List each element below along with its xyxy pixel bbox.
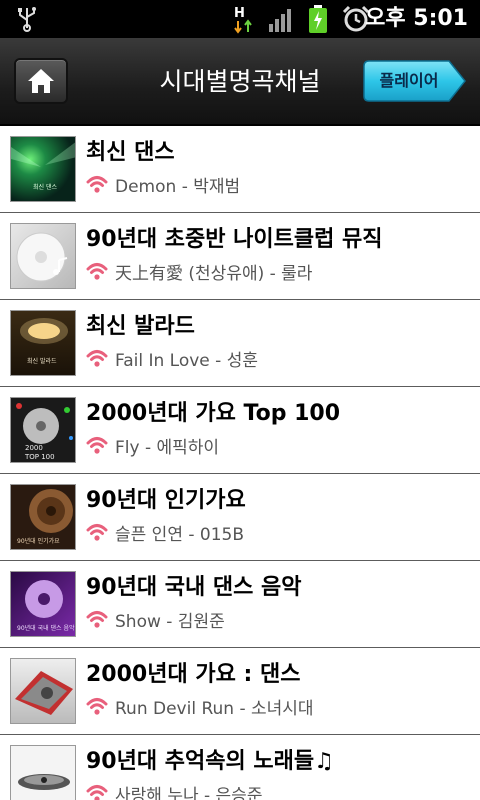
album-thumbnail: 최신 발라드 <box>10 310 76 376</box>
channel-title: 최신 댄스 <box>86 140 175 165</box>
svg-text:2000: 2000 <box>25 444 43 452</box>
list-item[interactable]: 2000년대 가요 : 댄스 Run Devil Run - 소녀시대 <box>0 648 480 735</box>
channel-title: 2000년대 가요 : 댄스 <box>86 662 301 687</box>
wifi-stream-icon <box>86 785 108 800</box>
list-item[interactable]: 90년대 초중반 나이트클럽 뮤직 天上有愛 (천상유애) - 룰라 <box>0 213 480 300</box>
now-playing-text: Fail In Love - 성훈 <box>115 351 258 371</box>
channel-title: 2000년대 가요 Top 100 <box>86 401 341 426</box>
channel-title: 최신 발라드 <box>86 314 195 339</box>
list-item[interactable]: 최신 댄스 최신 댄스 Demon - 박재범 <box>0 126 480 213</box>
album-thumbnail <box>10 745 76 800</box>
home-button[interactable] <box>14 58 68 104</box>
list-item[interactable]: 90년대 추억속의 노래들♫ 사랑해 누나 - 은승준 <box>0 735 480 800</box>
h-data-icon: H <box>234 6 252 34</box>
album-thumbnail: 90년대 국내 댄스 음악 <box>10 571 76 637</box>
wifi-stream-icon <box>86 524 108 541</box>
home-icon <box>28 69 54 93</box>
list-item[interactable]: 최신 발라드 최신 발라드 Fail In Love - 성훈 <box>0 300 480 387</box>
svg-text:최신 발라드: 최신 발라드 <box>27 357 57 365</box>
battery-charging-icon <box>309 5 327 33</box>
wifi-stream-icon <box>86 263 108 280</box>
now-playing-text: Demon - 박재범 <box>115 177 241 197</box>
channel-title: 90년대 추억속의 노래들♫ <box>86 749 334 774</box>
album-thumbnail <box>10 223 76 289</box>
page-title: 시대별명곡채널 <box>159 67 321 96</box>
wifi-stream-icon <box>86 437 108 454</box>
svg-text:90년대 인기가요: 90년대 인기가요 <box>17 537 60 545</box>
svg-text:90년대 국내 댄스 음악: 90년대 국내 댄스 음악 <box>17 624 75 632</box>
now-playing-text: 사랑해 누나 - 은승준 <box>115 786 263 800</box>
now-playing-text: Show - 김원준 <box>115 612 225 632</box>
now-playing-text: Fly - 에픽하이 <box>115 438 220 458</box>
channel-list: 최신 댄스 최신 댄스 Demon - 박재범 90년대 초중반 나이트클럽 뮤… <box>0 126 480 800</box>
wifi-stream-icon <box>86 350 108 367</box>
wifi-stream-icon <box>86 698 108 715</box>
svg-text:H: H <box>234 6 245 21</box>
channel-title: 90년대 인기가요 <box>86 488 246 513</box>
list-item[interactable]: 90년대 인기가요 90년대 인기가요 슬픈 인연 - 015B <box>0 474 480 561</box>
player-button-label: 플레이어 <box>379 71 439 90</box>
list-item[interactable]: 90년대 국내 댄스 음악 90년대 국내 댄스 음악 Show - 김원준 <box>0 561 480 648</box>
app-header: 시대별명곡채널 플레이어 <box>0 38 480 126</box>
album-thumbnail <box>10 658 76 724</box>
now-playing-text: 슬픈 인연 - 015B <box>115 525 245 545</box>
wifi-stream-icon <box>86 176 108 193</box>
svg-text:최신 댄스: 최신 댄스 <box>33 183 57 191</box>
channel-title: 90년대 국내 댄스 음악 <box>86 575 302 600</box>
now-playing-text: Run Devil Run - 소녀시대 <box>115 699 314 719</box>
status-bar: H 오후 5:01 <box>0 0 480 38</box>
signal-icon <box>269 9 291 32</box>
list-item[interactable]: 2000 TOP 100 2000년대 가요 Top 100 Fly - 에픽하… <box>0 387 480 474</box>
usb-icon <box>18 7 36 32</box>
album-thumbnail: 최신 댄스 <box>10 136 76 202</box>
status-clock: 오후 5:01 <box>365 6 468 31</box>
player-button[interactable]: 플레이어 <box>363 60 467 102</box>
album-thumbnail: 2000 TOP 100 <box>10 397 76 463</box>
wifi-stream-icon <box>86 611 108 628</box>
album-thumbnail: 90년대 인기가요 <box>10 484 76 550</box>
channel-title: 90년대 초중반 나이트클럽 뮤직 <box>86 227 383 252</box>
svg-text:TOP 100: TOP 100 <box>24 453 55 461</box>
now-playing-text: 天上有愛 (천상유애) - 룰라 <box>115 264 313 284</box>
